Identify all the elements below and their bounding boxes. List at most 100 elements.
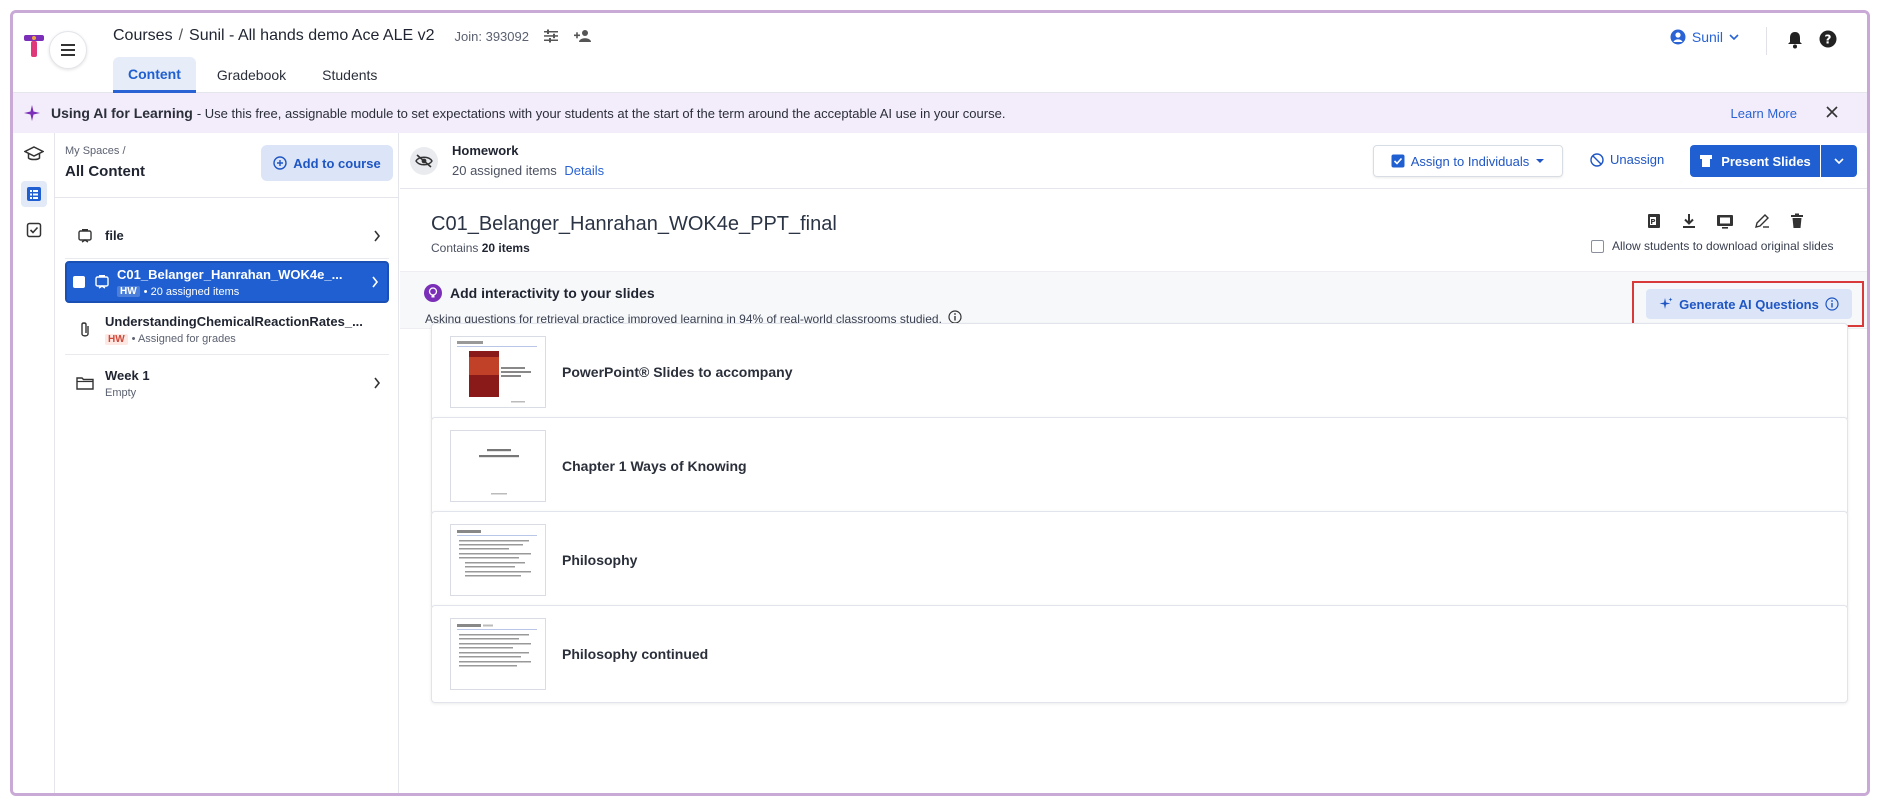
settings-sliders-icon[interactable] [543,29,559,43]
content-list-icon[interactable] [21,181,47,207]
assign-label: Assign to Individuals [1410,153,1530,169]
close-icon[interactable] [1825,105,1839,122]
app-window: Courses / Sunil - All hands demo Ace ALE… [10,10,1870,796]
top-bar: Courses / Sunil - All hands demo Ace ALE… [13,13,1867,93]
chevron-down-icon [1729,34,1739,40]
document-item-count: Contains 20 items [431,241,530,255]
chevron-right-icon[interactable] [365,230,389,242]
slide-card[interactable]: PowerPoint® Slides to accompany [431,323,1848,421]
slide-title: Chapter 1 Ways of Knowing [562,458,747,474]
add-to-course-button[interactable]: Add to course [261,145,393,181]
chevron-right-icon[interactable] [365,377,389,389]
lightbulb-icon [424,284,442,302]
slide-title: Philosophy [562,552,638,568]
panel-title: All Content [65,163,145,180]
info-icon [1825,297,1839,311]
allow-download-label: Allow students to download original slid… [1612,239,1834,253]
checklist-icon[interactable] [21,217,47,243]
content-item-chemistry[interactable]: UnderstandingChemicalReactionRates_... H… [65,305,389,355]
user-menu[interactable]: Sunil [1670,29,1739,45]
banner-text: - Use this free, assignable module to se… [196,105,1006,121]
details-link[interactable]: Details [564,163,604,178]
folder-icon [65,376,105,390]
content-item-week-1[interactable]: Week 1 Empty [65,357,389,409]
course-tabs: Content Gradebook Students [113,57,392,93]
presentation-icon [65,228,105,244]
user-name: Sunil [1691,29,1723,45]
slide-thumbnail [450,618,546,690]
notifications-bell-icon[interactable] [1787,31,1803,52]
prohibit-icon [1590,152,1604,167]
present-label: Present Slides [1721,153,1811,169]
chevron-down-icon [1834,158,1844,164]
left-rail [13,133,55,793]
present-slides-button[interactable]: Present Slides [1690,145,1820,177]
generate-label: Generate AI Questions [1679,296,1819,312]
item-meta: • Assigned for grades [131,333,236,345]
breadcrumb-separator: / [178,27,184,44]
generate-ai-questions-button[interactable]: Generate AI Questions [1646,289,1852,319]
item-name: Week 1 [105,367,150,383]
homework-bar: Homework 20 assigned items Details Assig… [400,133,1867,189]
hamburger-icon [61,44,75,56]
hw-badge: HW [105,333,128,345]
homework-subtitle: 20 assigned items Details [452,163,605,178]
slide-card[interactable]: Chapter 1 Ways of Knowing [431,417,1848,515]
present-options-dropdown[interactable] [1821,145,1857,177]
menu-button[interactable] [49,31,87,69]
content-item-file[interactable]: file [65,213,389,259]
slideshow-icon[interactable] [1716,213,1734,232]
chevron-right-icon[interactable] [363,276,387,288]
item-name: C01_Belanger_Hanrahan_WOK4e_... [117,266,343,282]
slide-card[interactable]: Philosophy [431,511,1848,609]
eye-slash-icon[interactable] [410,147,438,175]
breadcrumb: Courses / Sunil - All hands demo Ace ALE… [113,27,593,45]
document-toolbar: P [1646,213,1804,232]
download-icon[interactable] [1682,213,1696,232]
add-user-icon[interactable] [573,29,593,43]
checkbox-checked-icon [1391,154,1405,168]
allow-download-checkbox-row[interactable]: Allow students to download original slid… [1591,239,1833,253]
ai-learning-banner: Using AI for Learning - Use this free, a… [13,93,1867,133]
trash-icon[interactable] [1790,213,1804,232]
user-avatar-icon [1670,29,1686,45]
item-meta: Empty [105,386,137,399]
learn-more-link[interactable]: Learn More [1731,106,1797,121]
panel-breadcrumb[interactable]: My Spaces / [65,145,145,157]
slide-title: PowerPoint® Slides to accompany [562,364,793,380]
tab-students[interactable]: Students [307,57,392,93]
selected-checkbox[interactable] [73,276,85,288]
svg-text:?: ? [1825,33,1832,47]
assign-to-individuals-button[interactable]: Assign to Individuals [1373,145,1563,177]
content-item-selected[interactable]: C01_Belanger_Hanrahan_WOK4e_... HW • 20 a… [65,261,389,303]
slide-thumbnail [450,336,546,408]
slide-thumbnail [450,524,546,596]
unassign-button[interactable]: Unassign [1590,152,1664,167]
unassign-label: Unassign [1610,152,1665,167]
help-icon[interactable]: ? [1819,30,1837,51]
sparkle-icon [1659,297,1673,309]
breadcrumb-courses[interactable]: Courses [113,27,173,45]
panel-header: My Spaces / All Content [65,145,145,180]
powerpoint-icon[interactable]: P [1646,213,1662,232]
edit-icon[interactable] [1754,213,1770,232]
main-content: Homework 20 assigned items Details Assig… [400,133,1867,793]
tab-gradebook[interactable]: Gradebook [202,57,301,93]
ai-strip-title-row: Add interactivity to your slides [424,284,655,302]
add-to-course-label: Add to course [293,155,381,171]
slide-card[interactable]: Philosophy continued [431,605,1848,703]
divider [55,197,398,198]
item-meta: • 20 assigned items [143,285,240,298]
slide-title: Philosophy continued [562,646,709,662]
content-panel: My Spaces / All Content Add to course fi… [55,133,399,793]
item-name: file [105,228,124,243]
app-logo[interactable] [21,31,47,61]
divider [1766,27,1767,55]
homework-title: Homework [452,143,519,158]
allow-download-checkbox[interactable] [1591,239,1604,253]
item-name: UnderstandingChemicalReactionRates_... [105,314,363,329]
plus-circle-icon [273,156,287,170]
tab-content[interactable]: Content [113,57,196,93]
caret-down-icon [1536,159,1545,163]
graduation-cap-icon[interactable] [21,141,47,167]
